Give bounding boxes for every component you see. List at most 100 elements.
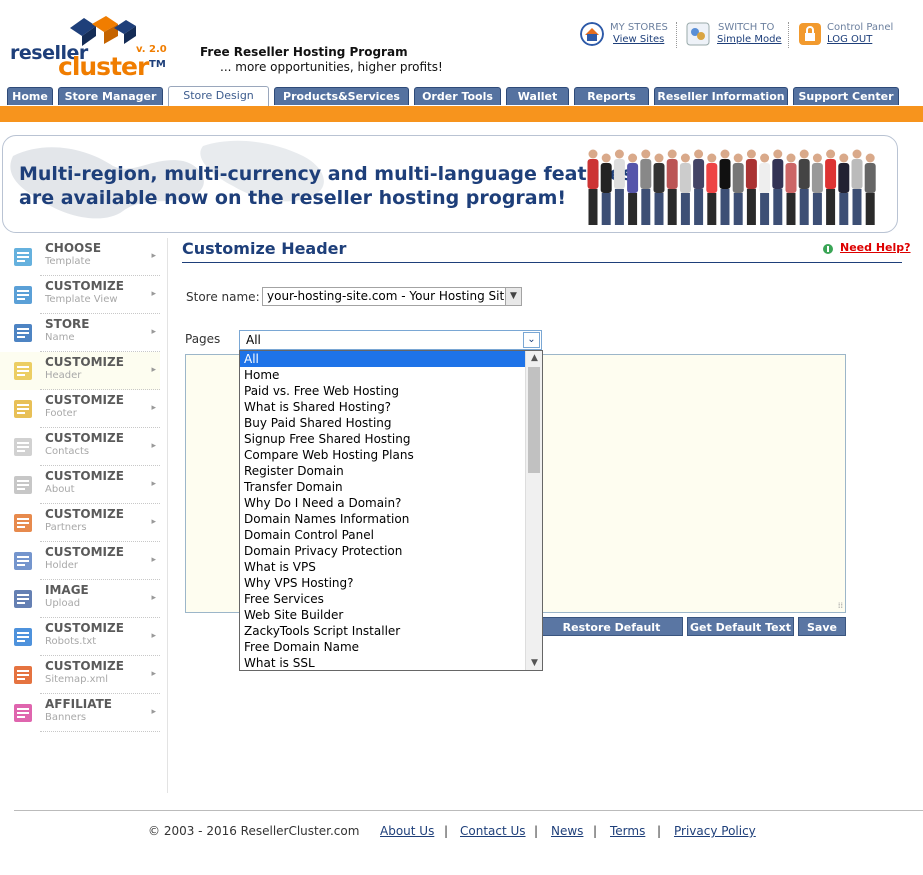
sidebar-item[interactable]: CUSTOMIZE Holder ▸ (0, 542, 160, 580)
sidebar-item[interactable]: CUSTOMIZE Sitemap.xml ▸ (0, 656, 160, 694)
dropdown-option[interactable]: Register Domain (240, 463, 525, 479)
person-figure (838, 153, 850, 225)
tab-store-design[interactable]: Store Design (168, 86, 269, 106)
scrollbar-thumb[interactable] (528, 367, 540, 473)
sidebar-item[interactable]: CUSTOMIZE Partners ▸ (0, 504, 160, 542)
dropdown-option[interactable]: Web Site Builder (240, 607, 525, 623)
holder-icon (12, 550, 34, 572)
sidebar-item-title: CUSTOMIZE (45, 545, 124, 559)
footer-link-terms[interactable]: Terms (610, 824, 645, 838)
title-divider (182, 262, 902, 263)
footer-link-privacy[interactable]: Privacy Policy (674, 824, 756, 838)
tab-store-manager[interactable]: Store Manager (58, 87, 163, 105)
help-icon (823, 244, 833, 254)
dropdown-option[interactable]: Free Domain Name (240, 639, 525, 655)
sidebar-item[interactable]: CUSTOMIZE Footer ▸ (0, 390, 160, 428)
dropdown-option[interactable]: Why Do I Need a Domain? (240, 495, 525, 511)
sidebar-item[interactable]: CUSTOMIZE Header ▸ (0, 352, 160, 390)
sidebar-item[interactable]: CHOOSE Template ▸ (0, 238, 160, 276)
dropdown-option[interactable]: What is Shared Hosting? (240, 399, 525, 415)
restore-default-header-button[interactable]: Restore Default Header (540, 617, 683, 653)
dropdown-option[interactable]: Home (240, 367, 525, 383)
tab-reseller-information[interactable]: Reseller Information (654, 87, 788, 105)
scroll-up-icon[interactable]: ▲ (526, 351, 542, 365)
chevron-down-icon[interactable]: ⌄ (523, 332, 540, 348)
chevron-right-icon: ▸ (151, 707, 156, 717)
chevron-right-icon: ▸ (151, 555, 156, 565)
divider (676, 22, 677, 48)
sidebar-item[interactable]: CUSTOMIZE Template View ▸ (0, 276, 160, 314)
person-figure (613, 149, 625, 225)
sidebar-item-subtitle: Sitemap.xml (45, 674, 109, 685)
sidebar-item[interactable]: AFFILIATE Banners ▸ (0, 694, 160, 732)
person-figure (745, 149, 757, 225)
sidebar-item[interactable]: CUSTOMIZE Contacts ▸ (0, 428, 160, 466)
footer-link-news[interactable]: News (551, 824, 583, 838)
tab-support-center[interactable]: Support Center (793, 87, 899, 105)
dropdown-option[interactable]: What is SSL (240, 655, 525, 670)
tab-products-services[interactable]: Products&Services (274, 87, 409, 105)
person-figure (627, 153, 639, 225)
dropdown-option[interactable]: Domain Privacy Protection (240, 543, 525, 559)
chevron-right-icon: ▸ (151, 403, 156, 413)
pages-select[interactable]: All ⌄ (239, 330, 542, 350)
simple-mode-link[interactable]: Simple Mode (717, 34, 782, 45)
chevron-right-icon: ▸ (151, 365, 156, 375)
logo[interactable]: reseller v. 2.0 cluster TM (8, 12, 168, 81)
sidebar-item-title: AFFILIATE (45, 697, 112, 711)
view-sites-link[interactable]: View Sites (613, 34, 664, 45)
sidebar-item[interactable]: IMAGE Upload ▸ (0, 580, 160, 618)
dropdown-option[interactable]: Compare Web Hosting Plans (240, 447, 525, 463)
dropdown-option[interactable]: Buy Paid Shared Hosting (240, 415, 525, 431)
resize-grip-icon[interactable]: ⁞⁞ (838, 601, 843, 610)
footer-link-about[interactable]: About Us (380, 824, 434, 838)
dropdown-option[interactable]: Transfer Domain (240, 479, 525, 495)
dropdown-option[interactable]: Paid vs. Free Web Hosting (240, 383, 525, 399)
dropdown-option[interactable]: Free Services (240, 591, 525, 607)
my-stores-label: MY STORES (610, 22, 668, 33)
control-panel-label: Control Panel (827, 22, 894, 33)
store-name-label: Store name: (186, 290, 260, 304)
person-figure (600, 153, 612, 225)
save-button[interactable]: Save (798, 617, 846, 636)
dropdown-option[interactable]: Why VPS Hosting? (240, 575, 525, 591)
person-figure (759, 153, 771, 225)
tab-wallet[interactable]: Wallet (506, 87, 569, 105)
tab-home[interactable]: Home (7, 87, 53, 105)
dropdown-option[interactable]: All (240, 351, 525, 367)
chevron-down-icon[interactable]: ▼ (505, 288, 521, 305)
footer-divider (14, 810, 923, 811)
dropdown-option[interactable]: Domain Control Panel (240, 527, 525, 543)
person-figure (679, 153, 691, 225)
sidebar-item[interactable]: CUSTOMIZE About ▸ (0, 466, 160, 504)
main-nav: Home Store Manager Store Design Products… (0, 86, 923, 106)
need-help-link[interactable]: Need Help? (840, 241, 911, 254)
chevron-right-icon: ▸ (151, 289, 156, 299)
sidebar-item-title: STORE (45, 317, 90, 331)
get-default-text-button[interactable]: Get Default Text (687, 617, 794, 636)
sidebar-item-subtitle: Partners (45, 522, 87, 533)
footer-link-contact[interactable]: Contact Us (460, 824, 526, 838)
sidebar-item-title: CUSTOMIZE (45, 507, 124, 521)
tab-reports[interactable]: Reports (574, 87, 649, 105)
person-figure (732, 153, 744, 225)
sidebar-item-title: CUSTOMIZE (45, 355, 124, 369)
dropdown-option[interactable]: What is VPS (240, 559, 525, 575)
logout-link[interactable]: LOG OUT (827, 34, 872, 45)
sub-tagline: ... more opportunities, higher profits! (220, 60, 443, 74)
dropdown-option[interactable]: ZackyTools Script Installer (240, 623, 525, 639)
scroll-down-icon[interactable]: ▼ (526, 656, 542, 670)
store-name-value: your-hosting-site.com - Your Hosting Sit… (267, 289, 512, 303)
sitemap-icon (12, 664, 34, 686)
chevron-right-icon: ▸ (151, 631, 156, 641)
site-header: reseller v. 2.0 cluster TM Free Reseller… (0, 0, 923, 86)
tab-order-tools[interactable]: Order Tools (414, 87, 501, 105)
sidebar-item-title: CHOOSE (45, 241, 102, 255)
sidebar-item[interactable]: STORE Name ▸ (0, 314, 160, 352)
dropdown-option[interactable]: Signup Free Shared Hosting (240, 431, 525, 447)
store-name-select[interactable]: your-hosting-site.com - Your Hosting Sit… (262, 287, 522, 306)
dropdown-option[interactable]: Domain Names Information (240, 511, 525, 527)
sidebar-item[interactable]: CUSTOMIZE Robots.txt ▸ (0, 618, 160, 656)
sidebar-item-subtitle: Header (45, 370, 82, 381)
dropdown-scrollbar[interactable]: ▲ ▼ (525, 351, 542, 670)
